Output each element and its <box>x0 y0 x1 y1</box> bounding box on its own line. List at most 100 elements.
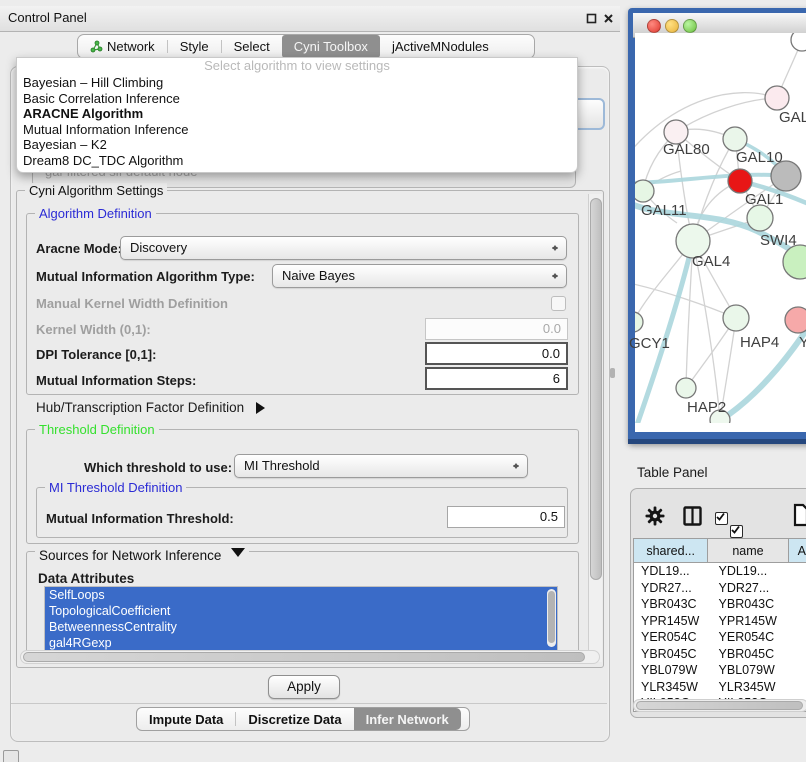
node-label: GAL10 <box>736 149 783 166</box>
node-pink[interactable] <box>785 307 806 333</box>
node-hap2[interactable] <box>676 378 696 398</box>
tab-select-label: Select <box>234 39 270 54</box>
hub-definition-label: Hub/Transcription Factor Definition <box>36 400 244 415</box>
float-icon[interactable] <box>586 13 597 24</box>
zoom-traffic-light-icon[interactable] <box>683 19 697 33</box>
bottom-tabbar: Impute Data Discretize Data Infer Networ… <box>136 707 470 731</box>
which-threshold-combobox[interactable]: MI Threshold <box>234 454 528 478</box>
collapse-down-icon[interactable] <box>231 548 245 564</box>
collapsed-panel-icon[interactable] <box>3 750 19 762</box>
node-label: HAP4 <box>740 334 779 351</box>
node-gal1[interactable] <box>747 205 773 231</box>
apply-button[interactable]: Apply <box>268 675 340 699</box>
table-row[interactable]: YDL19...YDL19...13 <box>634 563 806 580</box>
mi-steps-field[interactable]: 6 <box>425 367 568 390</box>
collapse-right-icon <box>256 402 271 414</box>
table-row[interactable]: YDR27...YDR27...12 <box>634 580 806 597</box>
algorithm-item[interactable]: Basic Correlation Inference <box>17 91 577 107</box>
mi-threshold-field[interactable]: 0.5 <box>447 506 565 528</box>
mi-steps-label: Mutual Information Steps: <box>36 373 196 388</box>
tab-style[interactable]: Style <box>168 35 221 58</box>
mi-type-combobox[interactable]: Naive Bayes <box>272 264 567 288</box>
gear-icon[interactable] <box>645 506 665 526</box>
manual-kernel-label: Manual Kernel Width Definition <box>36 296 228 311</box>
column-header-name[interactable]: name <box>708 539 788 563</box>
settings-hscrollbar-track[interactable] <box>20 650 600 664</box>
table-row[interactable]: YBR043CYBR043C <box>634 596 806 613</box>
tab-cyni-toolbox-label: Cyni Toolbox <box>294 39 368 54</box>
tab-jactivemnodules-label: jActiveMNodules <box>392 39 489 54</box>
node-red-selected[interactable] <box>728 169 752 193</box>
tab-infer-network-label: Infer Network <box>366 712 449 727</box>
node-gal11[interactable] <box>635 180 654 202</box>
kernel-width-field[interactable]: 0.0 <box>425 318 568 340</box>
tab-discretize-data[interactable]: Discretize Data <box>236 708 353 730</box>
tab-jactivemnodules[interactable]: jActiveMNodules <box>380 35 501 58</box>
list-item[interactable]: TopologicalCoefficient <box>45 603 557 619</box>
node-hap4[interactable] <box>723 305 749 331</box>
node-label: HAP2 <box>687 399 726 416</box>
split-columns-icon[interactable] <box>683 506 702 526</box>
table-row[interactable]: YBR045CYBR045C9. <box>634 646 806 663</box>
column-header-shared-name[interactable]: shared... <box>634 539 708 563</box>
aracne-mode-combobox[interactable]: Discovery <box>120 236 567 260</box>
list-scrollbar-track[interactable] <box>547 589 556 647</box>
node-label: GAL <box>779 109 806 126</box>
cyni-settings-group-title: Cyni Algorithm Settings <box>25 183 167 198</box>
list-item[interactable]: gal4RGexp <box>45 635 557 651</box>
spinner-arrows-icon <box>551 241 559 255</box>
hub-definition-toggle[interactable]: Hub/Transcription Factor Definition <box>36 400 271 415</box>
tab-cyni-toolbox[interactable]: Cyni Toolbox <box>282 35 380 58</box>
table-hscrollbar-track[interactable] <box>633 699 806 712</box>
mi-threshold-group-title: MI Threshold Definition <box>45 480 186 495</box>
algorithm-item[interactable]: Bayesian – Hill Climbing <box>17 75 577 91</box>
list-item[interactable]: SelfLoops <box>45 587 557 603</box>
network-frame-bottom <box>628 439 806 444</box>
control-panel-titlebar: Control Panel <box>0 6 620 32</box>
table-hscrollbar-thumb[interactable] <box>636 701 803 710</box>
close-traffic-light-icon[interactable] <box>647 19 661 33</box>
close-icon[interactable] <box>603 13 614 24</box>
network-graph[interactable] <box>635 33 806 423</box>
list-item[interactable]: BetweennessCentrality <box>45 619 557 635</box>
tab-impute-data[interactable]: Impute Data <box>137 708 235 730</box>
spinner-arrows-icon <box>512 459 520 473</box>
table-row[interactable]: YPR145WYPR145W9. <box>634 613 806 630</box>
checkbox-checked-icon[interactable] <box>715 512 728 525</box>
divider <box>11 703 607 704</box>
node-gal[interactable] <box>765 86 789 110</box>
kernel-width-label: Kernel Width (0,1): <box>36 322 151 337</box>
settings-hscrollbar-thumb[interactable] <box>23 652 585 662</box>
table-row[interactable]: YBL079WYBL079W <box>634 662 806 679</box>
algorithm-definition-title: Algorithm Definition <box>35 206 156 221</box>
tab-select[interactable]: Select <box>222 35 282 58</box>
table-row[interactable]: YLR345WYLR345W9. <box>634 679 806 696</box>
algorithm-item[interactable]: Mutual Information Inference <box>17 122 577 138</box>
table-rows: YDL19...YDL19...13 YDR27...YDR27...12 YB… <box>634 563 806 712</box>
manual-kernel-checkbox[interactable] <box>551 296 566 311</box>
splitpane-handle-icon[interactable] <box>610 368 615 378</box>
node[interactable] <box>791 33 806 51</box>
checkbox-checked-icon[interactable] <box>730 525 743 538</box>
dpi-tolerance-field[interactable]: 0.0 <box>425 342 568 365</box>
tab-impute-data-label: Impute Data <box>149 712 223 727</box>
settings-scrollbar-track[interactable] <box>588 194 602 662</box>
column-header-partial[interactable]: A <box>789 539 806 563</box>
minimize-traffic-light-icon[interactable] <box>665 19 679 33</box>
table-file-icon[interactable] <box>793 503 806 527</box>
table-row[interactable]: YER054CYER054C8. <box>634 629 806 646</box>
node-gcy1[interactable] <box>635 312 643 332</box>
list-scrollbar-thumb[interactable] <box>548 591 555 643</box>
settings-scrollbar-thumb[interactable] <box>590 198 602 580</box>
algorithm-item[interactable]: Dream8 DC_TDC Algorithm <box>17 153 577 169</box>
algorithm-item[interactable]: Bayesian – K2 <box>17 137 577 153</box>
tab-network[interactable]: Network <box>78 35 167 58</box>
tab-style-label: Style <box>180 39 209 54</box>
tab-infer-network[interactable]: Infer Network <box>354 708 461 730</box>
control-panel-title: Control Panel <box>8 10 87 25</box>
node-gal10[interactable] <box>723 127 747 151</box>
mi-type-label: Mutual Information Algorithm Type: <box>36 269 255 284</box>
algorithm-item-selected[interactable]: ARACNE Algorithm <box>17 106 577 122</box>
mi-type-value: Naive Bayes <box>282 268 355 283</box>
node-table: shared... name A YDL19...YDL19...13 YDR2… <box>633 538 806 712</box>
